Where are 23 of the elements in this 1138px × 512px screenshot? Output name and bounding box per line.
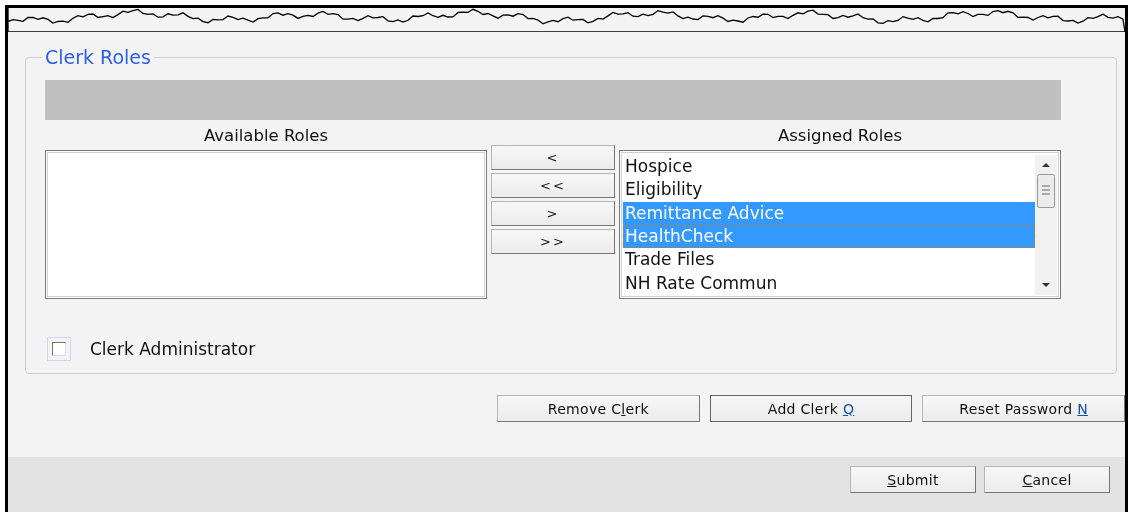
action-button[interactable]: Reset Password N — [922, 395, 1125, 422]
scroll-thumb[interactable] — [1037, 174, 1055, 208]
group-title: Clerk Roles — [44, 46, 152, 68]
list-heading: Assigned Roles — [778, 126, 902, 146]
role-item[interactable]: Trade Files — [623, 248, 1035, 272]
scrollbar[interactable] — [1035, 155, 1057, 295]
transfer-button[interactable]: < — [491, 145, 615, 170]
checkbox-label: Clerk Administrator — [90, 339, 256, 359]
list-heading: Available Roles — [203, 126, 329, 146]
role-item[interactable]: Hospice — [623, 155, 1035, 179]
footer-button[interactable]: Submit — [850, 466, 976, 493]
transfer-button[interactable]: << — [491, 173, 615, 198]
checkbox[interactable] — [47, 337, 71, 361]
footer-button[interactable]: Cancel — [984, 466, 1110, 493]
action-button[interactable]: Add Clerk Q — [709, 395, 913, 422]
transfer-button[interactable]: >> — [491, 229, 615, 254]
scroll-up-icon[interactable] — [1041, 161, 1051, 169]
assigned-roles-list[interactable]: Hospice Eligibility Remittance Advice HealthCheck Trade Files NH Rate Commun — [619, 150, 1061, 299]
action-button[interactable]: Remove Clerk — [497, 395, 700, 422]
transfer-button[interactable]: > — [491, 201, 615, 226]
role-item[interactable]: Eligibility — [623, 178, 1035, 202]
role-item[interactable]: NH Rate Commun — [623, 271, 1035, 295]
scroll-down-icon[interactable] — [1041, 281, 1051, 289]
